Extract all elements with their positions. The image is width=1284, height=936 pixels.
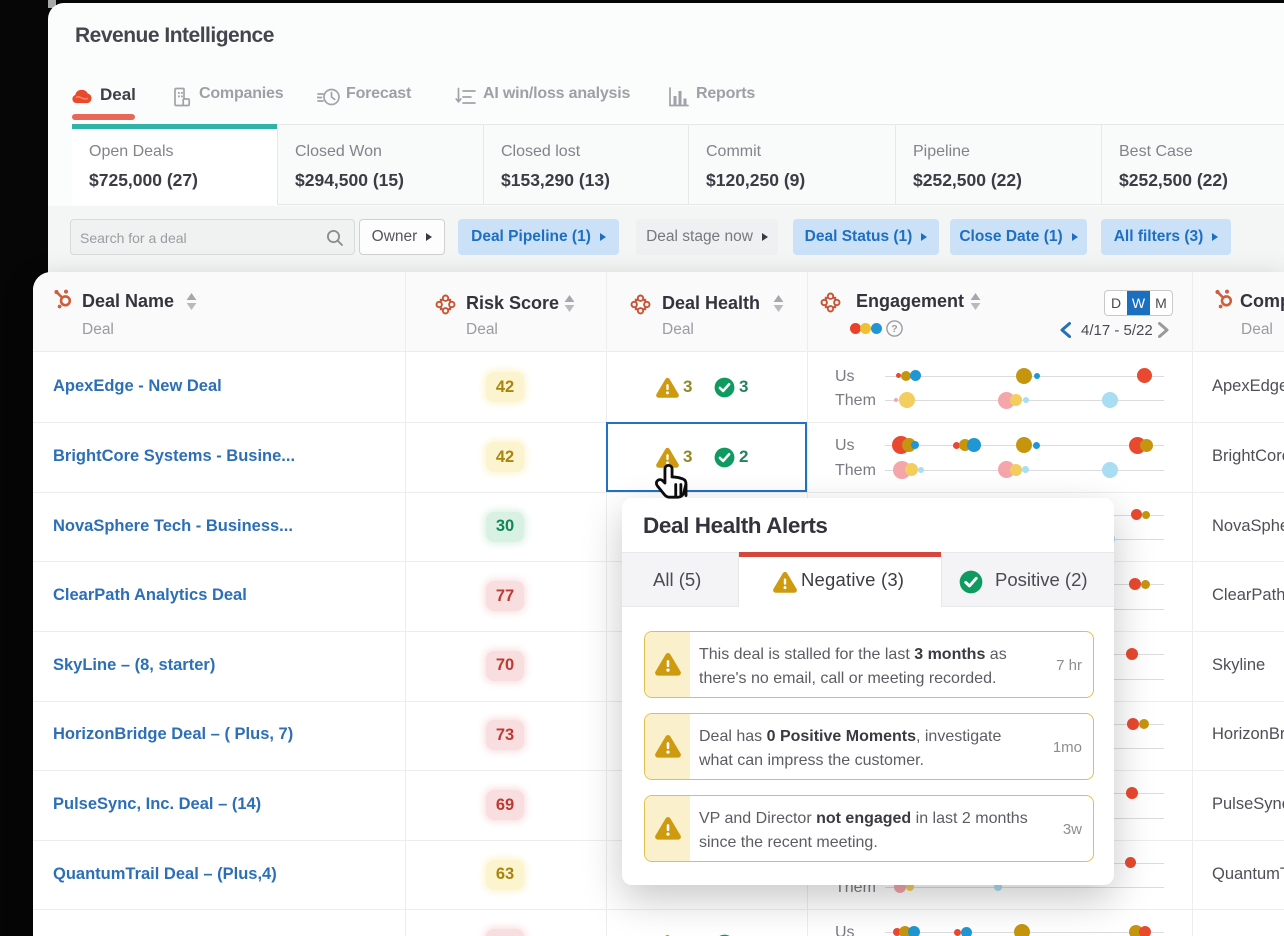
- svg-text:?: ?: [891, 323, 897, 335]
